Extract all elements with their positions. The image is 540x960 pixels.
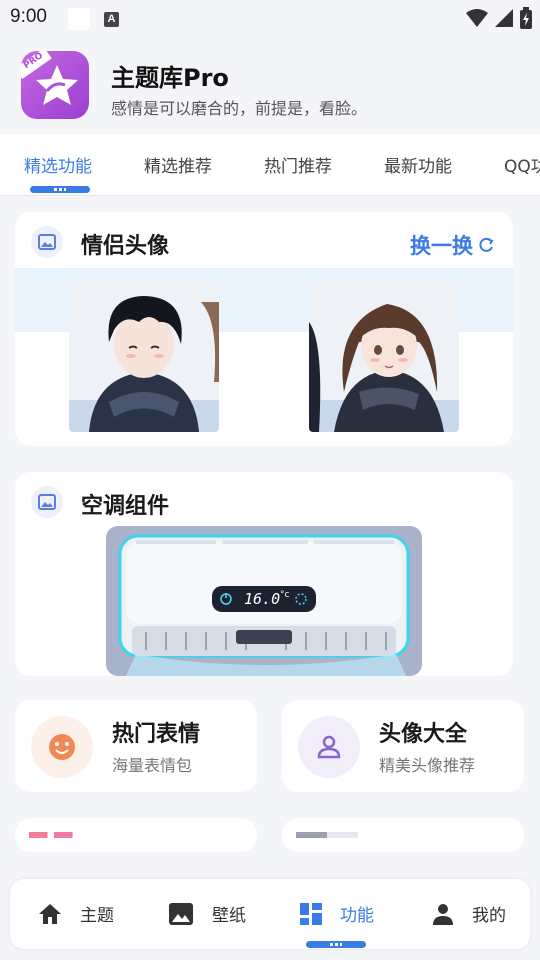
refresh-icon bbox=[479, 237, 494, 252]
feature-title: 头像大全 bbox=[379, 722, 468, 747]
partial-icon bbox=[296, 832, 358, 838]
partial-card-right[interactable] bbox=[282, 818, 524, 852]
signal-icon bbox=[495, 9, 513, 27]
card-title: 空调组件 bbox=[81, 494, 170, 519]
battery-icon bbox=[520, 7, 532, 29]
air-conditioner-card[interactable]: 空调组件 16.0 °c bbox=[15, 472, 513, 676]
feature-subtitle: 精美头像推荐 bbox=[379, 756, 476, 775]
app-logo: PRO bbox=[21, 51, 89, 119]
person-icon bbox=[433, 903, 453, 925]
air-conditioner-image: 16.0 °c bbox=[106, 526, 422, 676]
nav-item-mine[interactable]: 我的 bbox=[432, 901, 506, 926]
a-badge-icon: A bbox=[104, 12, 119, 27]
image-icon bbox=[31, 226, 63, 258]
card-title: 情侣头像 bbox=[81, 234, 170, 259]
dashboard-icon bbox=[300, 902, 322, 925]
nav-label: 主题 bbox=[80, 906, 114, 926]
app-subtitle: 感情是可以磨合的，前提是，看脸。 bbox=[111, 99, 368, 118]
tab-featured-functions[interactable]: 精选功能 bbox=[24, 152, 92, 177]
partial-card-left[interactable] bbox=[15, 818, 257, 852]
image-icon bbox=[31, 486, 63, 518]
category-tabs: 精选功能 精选推荐 热门推荐 最新功能 QQ功 bbox=[0, 134, 540, 196]
nav-label: 我的 bbox=[472, 906, 506, 926]
couple-avatar-card: 情侣头像 换一换 bbox=[15, 212, 513, 446]
avatar-collection-card[interactable]: 头像大全 精美头像推荐 bbox=[282, 700, 524, 792]
image-icon bbox=[169, 902, 193, 925]
home-icon bbox=[39, 903, 61, 924]
notification-icon bbox=[68, 8, 90, 30]
avatar-boy-image[interactable] bbox=[69, 282, 219, 432]
swap-button[interactable]: 换一换 bbox=[410, 230, 495, 260]
person-icon bbox=[298, 716, 360, 778]
hot-emoji-card[interactable]: 热门表情 海量表情包 bbox=[15, 700, 257, 792]
tab-featured-recommend[interactable]: 精选推荐 bbox=[144, 152, 212, 177]
nav-item-functions[interactable]: 功能 bbox=[300, 901, 374, 926]
nav-indicator bbox=[306, 941, 366, 948]
nav-item-theme[interactable]: 主题 bbox=[38, 901, 114, 926]
status-bar: 9:00 A bbox=[0, 0, 540, 38]
feature-subtitle: 海量表情包 bbox=[112, 756, 193, 775]
app-title: 主题库Pro bbox=[111, 64, 229, 92]
swap-label: 换一换 bbox=[410, 234, 473, 258]
app-header: PRO 主题库Pro 感情是可以磨合的，前提是，看脸。 bbox=[0, 38, 540, 134]
wifi-icon bbox=[466, 9, 488, 27]
nav-label: 壁纸 bbox=[212, 906, 246, 926]
tab-new-functions[interactable]: 最新功能 bbox=[384, 152, 452, 177]
smile-icon bbox=[31, 716, 93, 778]
nav-item-wallpaper[interactable]: 壁纸 bbox=[168, 901, 246, 926]
ac-temperature-value: 16.0 bbox=[244, 590, 281, 608]
avatar-girl-image[interactable] bbox=[309, 282, 459, 432]
tab-qq-functions[interactable]: QQ功 bbox=[504, 152, 540, 177]
nav-label: 功能 bbox=[340, 906, 374, 926]
partial-icon bbox=[29, 832, 91, 838]
bottom-navigation: 主题 壁纸 功能 我的 bbox=[10, 879, 530, 949]
ac-temperature-unit: °c bbox=[280, 590, 290, 600]
feature-title: 热门表情 bbox=[112, 722, 201, 747]
status-time: 9:00 bbox=[10, 6, 47, 27]
tab-hot-recommend[interactable]: 热门推荐 bbox=[264, 152, 332, 177]
tab-indicator bbox=[30, 186, 90, 193]
